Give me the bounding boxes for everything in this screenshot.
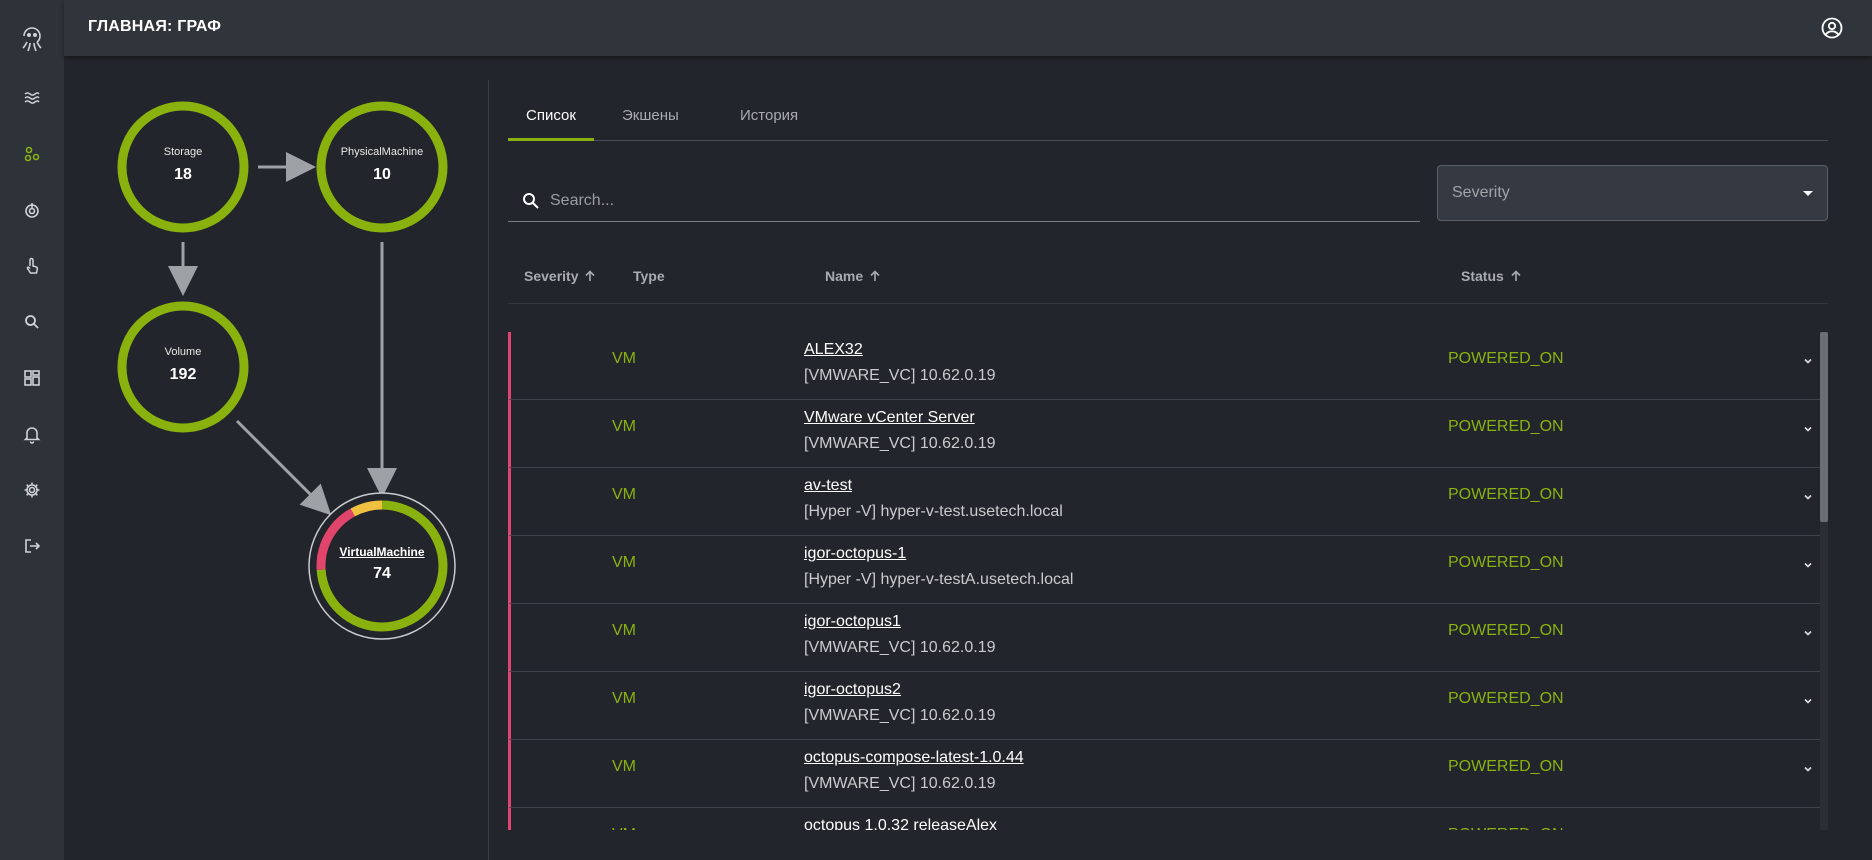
- row-host: [VMWARE_VC] 10.62.0.19: [804, 367, 996, 384]
- row-host: [VMWARE_VC] 10.62.0.19: [804, 639, 996, 656]
- table-row[interactable]: VM octopus 1.0.32 releaseAlex POWERED_ON: [508, 808, 1820, 830]
- search-icon[interactable]: [20, 310, 44, 334]
- waves-icon[interactable]: [20, 86, 44, 110]
- vm-table-body: VM ALEX32 [VMWARE_VC] 10.62.0.19 POWERED_ON…: [508, 332, 1820, 830]
- row-name-link[interactable]: igor-octopus2: [804, 681, 901, 699]
- tab-history[interactable]: История: [722, 96, 816, 141]
- row-status: POWERED_ON: [1448, 758, 1564, 775]
- entity-graph: Storage 18 PhysicalMachine 10 Volume 192…: [64, 56, 488, 860]
- table-header: Severity Type Name Status: [508, 254, 1828, 304]
- table-row[interactable]: VM av-test [Hyper -V] hyper-v-test.usetech…: [508, 468, 1820, 536]
- chevron-down-icon[interactable]: [1801, 490, 1815, 504]
- column-header-status[interactable]: Status: [1461, 268, 1522, 284]
- node-volume-count: 192: [169, 366, 197, 383]
- touch-icon[interactable]: [20, 254, 44, 278]
- row-status: POWERED_ON: [1448, 622, 1564, 639]
- column-header-name[interactable]: Name: [825, 268, 881, 284]
- severity-filter-value: Severity: [1452, 184, 1510, 201]
- node-storage-count: 18: [174, 166, 192, 183]
- row-status: POWERED_ON: [1448, 350, 1564, 367]
- node-physicalmachine-count: 10: [373, 166, 391, 183]
- arrow-up-icon: [585, 270, 596, 281]
- chevron-down-icon[interactable]: [1801, 762, 1815, 776]
- row-type: VM: [612, 758, 636, 775]
- row-name-link[interactable]: octopus 1.0.32 releaseAlex: [804, 817, 997, 830]
- node-virtualmachine-count: 74: [373, 565, 391, 582]
- row-type: VM: [612, 418, 636, 435]
- search-input[interactable]: [550, 188, 1400, 214]
- logout-icon[interactable]: [20, 534, 44, 558]
- row-name-link[interactable]: igor-octopus1: [804, 613, 901, 631]
- edge-volume-virtualmachine: [235, 419, 332, 516]
- row-type: VM: [612, 826, 636, 830]
- node-volume-label: Volume: [164, 346, 202, 358]
- column-header-severity[interactable]: Severity: [524, 268, 596, 284]
- column-header-label: Type: [633, 268, 665, 284]
- row-type: VM: [612, 350, 636, 367]
- table-row[interactable]: VM igor-octopus1 [VMWARE_VC] 10.62.0.19 POW…: [508, 604, 1820, 672]
- power-icon[interactable]: [20, 198, 44, 222]
- row-host: [VMWARE_VC] 10.62.0.19: [804, 707, 996, 724]
- octopus-logo-icon[interactable]: [18, 24, 46, 54]
- row-status: POWERED_ON: [1448, 486, 1564, 503]
- table-row[interactable]: VM ALEX32 [VMWARE_VC] 10.62.0.19 POWERED_ON: [508, 332, 1820, 400]
- app-header: ГЛАВНАЯ: ГРАФ: [64, 0, 1872, 56]
- column-header-type[interactable]: Type: [633, 268, 665, 284]
- scrollbar-thumb[interactable]: [1820, 332, 1828, 522]
- tab-list[interactable]: Список: [508, 96, 594, 141]
- severity-filter-select[interactable]: Severity: [1437, 165, 1828, 221]
- sidebar: [0, 0, 64, 860]
- gear-icon[interactable]: [20, 478, 44, 502]
- search-box: [508, 180, 1420, 222]
- table-row[interactable]: VM igor-octopus-1 [Hyper -V] hyper-v-testA…: [508, 536, 1820, 604]
- caret-down-icon: [1803, 191, 1813, 196]
- row-status: POWERED_ON: [1448, 826, 1564, 830]
- search-icon: [523, 193, 539, 209]
- row-type: VM: [612, 554, 636, 571]
- row-host: [VMWARE_VC] 10.62.0.19: [804, 435, 996, 452]
- row-host: [VMWARE_VC] 10.62.0.19: [804, 775, 996, 792]
- account-circle-icon[interactable]: [1820, 16, 1844, 40]
- chevron-down-icon[interactable]: [1801, 626, 1815, 640]
- row-name-link[interactable]: octopus-compose-latest-1.0.44: [804, 749, 1024, 767]
- row-name-link[interactable]: av-test: [804, 477, 852, 495]
- column-header-label: Name: [825, 268, 864, 284]
- table-row[interactable]: VM octopus-compose-latest-1.0.44 [VMWARE_V…: [508, 740, 1820, 808]
- row-host: [Hyper -V] hyper-v-test.usetech.local: [804, 503, 1063, 520]
- panel-divider: [488, 80, 489, 860]
- table-row[interactable]: VM VMware vCenter Server [VMWARE_VC] 10.62…: [508, 400, 1820, 468]
- table-row[interactable]: VM igor-octopus2 [VMWARE_VC] 10.62.0.19 POW…: [508, 672, 1820, 740]
- chevron-down-icon[interactable]: [1801, 354, 1815, 368]
- graph-icon[interactable]: [20, 142, 44, 166]
- row-status: POWERED_ON: [1448, 690, 1564, 707]
- row-type: VM: [612, 622, 636, 639]
- row-status: POWERED_ON: [1448, 554, 1564, 571]
- node-storage-label: Storage: [163, 146, 203, 158]
- tab-actions[interactable]: Экшены: [604, 96, 697, 141]
- chevron-down-icon[interactable]: [1801, 694, 1815, 708]
- chevron-down-icon[interactable]: [1801, 422, 1815, 436]
- arrow-up-icon: [870, 270, 880, 281]
- dashboard-icon[interactable]: [20, 366, 44, 390]
- row-name-link[interactable]: VMware vCenter Server: [804, 409, 975, 427]
- arrow-up-icon: [1511, 270, 1521, 281]
- node-physicalmachine-label: PhysicalMachine: [340, 146, 424, 158]
- row-type: VM: [612, 486, 636, 503]
- tab-bar: Список Экшены История: [508, 96, 1828, 141]
- page-title: ГЛАВНАЯ: ГРАФ: [88, 18, 222, 35]
- column-header-label: Status: [1461, 268, 1504, 284]
- column-header-label: Severity: [524, 268, 579, 284]
- row-type: VM: [612, 690, 636, 707]
- row-status: POWERED_ON: [1448, 418, 1564, 435]
- row-name-link[interactable]: ALEX32: [804, 341, 863, 359]
- bell-icon[interactable]: [20, 422, 44, 446]
- row-name-link[interactable]: igor-octopus-1: [804, 545, 906, 563]
- chevron-down-icon[interactable]: [1801, 558, 1815, 572]
- row-host: [Hyper -V] hyper-v-testA.usetech.local: [804, 571, 1074, 588]
- node-virtualmachine-link[interactable]: VirtualMachine: [312, 545, 452, 559]
